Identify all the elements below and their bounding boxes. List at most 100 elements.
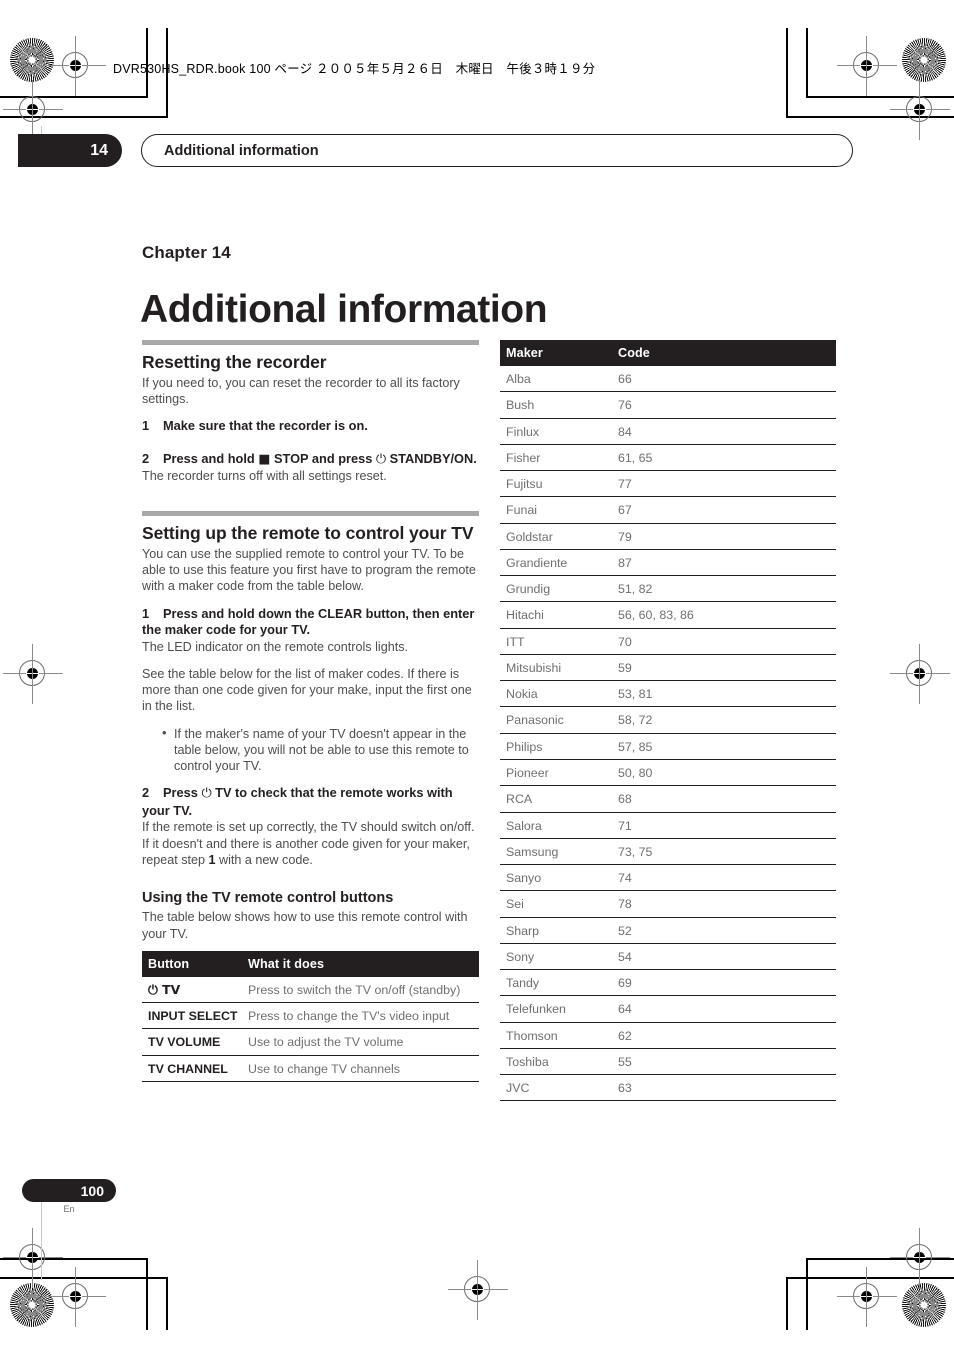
- cell-description: Press to change the TV's video input: [242, 1002, 479, 1030]
- cell-maker: Toshiba: [500, 1048, 612, 1076]
- step-text-before: Press and hold: [163, 450, 255, 466]
- table-row: Fisher 61, 65: [500, 444, 836, 472]
- cell-maker: Nokia: [500, 680, 612, 708]
- cell-code: 51, 82: [612, 575, 836, 603]
- table-row: Pioneer 50, 80: [500, 759, 836, 787]
- cell-code: 55: [612, 1048, 836, 1076]
- table-header-row: Maker Code: [500, 340, 836, 366]
- registration-mark-top-right-outer: [890, 80, 950, 140]
- cell-code: 53, 81: [612, 680, 836, 708]
- table-row: RCA 68: [500, 785, 836, 813]
- cell-maker: Philips: [500, 733, 612, 760]
- cell-maker: Fisher: [500, 444, 612, 472]
- stop-square-icon: ■: [258, 451, 271, 467]
- power-standby-icon: ⏻: [201, 786, 212, 802]
- registration-mark-top-left-inner: [46, 36, 106, 96]
- cell-code: 78: [612, 890, 836, 918]
- cell-maker: Panasonic: [500, 706, 612, 734]
- cell-maker: Telefunken: [500, 995, 612, 1023]
- cell-code: 84: [612, 418, 836, 445]
- note-step-ref: 1: [208, 852, 216, 867]
- cell-maker: Bush: [500, 391, 612, 419]
- cell-description: Use to adjust the TV volume: [242, 1028, 479, 1056]
- table-row: Grandiente 87: [500, 549, 836, 577]
- table-row: Telefunken 64: [500, 995, 836, 1023]
- step-number: 2: [142, 785, 150, 801]
- table-row: Sanyo 74: [500, 864, 836, 892]
- table-row: TV CHANNEL Use to change TV channels: [142, 1055, 479, 1082]
- table-row: INPUT SELECT Press to change the TV's vi…: [142, 1002, 479, 1030]
- list-item: If the maker's name of your TV doesn't a…: [162, 725, 479, 775]
- registration-mark-right-middle: [890, 644, 950, 704]
- step-text-after: STANDBY/ON.: [389, 450, 477, 466]
- section-intro-setting-up-remote: You can use the supplied remote to contr…: [142, 546, 476, 594]
- table-row: Funai 67: [500, 496, 836, 524]
- column-header-button: Button: [142, 950, 242, 977]
- column-header-what-it-does: What it does: [242, 950, 479, 977]
- cell-maker: Sony: [500, 943, 612, 971]
- cell-maker: Grandiente: [500, 549, 612, 577]
- cell-code: 71: [612, 812, 836, 839]
- cell-button: TV VOLUME: [142, 1028, 242, 1056]
- cell-maker: Tandy: [500, 969, 612, 997]
- table-row: Goldstar 79: [500, 523, 836, 550]
- page-language-label: En: [63, 1204, 75, 1214]
- page-title: Additional information: [140, 288, 548, 332]
- cell-maker: Grundig: [500, 575, 612, 603]
- step-text-mid: STOP and press: [273, 450, 373, 466]
- cell-code: 77: [612, 470, 836, 498]
- cell-code: 74: [612, 864, 836, 892]
- cell-code: 70: [612, 628, 836, 655]
- table-row: Fujitsu 77: [500, 470, 836, 498]
- cell-code: 52: [612, 917, 836, 944]
- cell-maker: Pioneer: [500, 759, 612, 787]
- cell-maker: Alba: [500, 366, 612, 393]
- table-row: Salora 71: [500, 812, 836, 839]
- section-intro-resetting: If you need to, you can reset the record…: [142, 375, 460, 406]
- cell-maker: Sanyo: [500, 864, 612, 892]
- step-2-note-resetting: The recorder turns off with all settings…: [142, 469, 387, 484]
- cell-code: 79: [612, 523, 836, 550]
- table-row: JVC 63: [500, 1074, 836, 1102]
- table-row: Sharp 52: [500, 917, 836, 944]
- table-row: Finlux 84: [500, 418, 836, 445]
- step-1-note-remote: The LED indicator on the remote controls…: [142, 639, 408, 654]
- section-rule: [142, 511, 479, 517]
- cell-maker: RCA: [500, 785, 612, 813]
- table-header-row: Button What it does: [142, 950, 479, 977]
- table-row: Hitachi 56, 60, 83, 86: [500, 601, 836, 629]
- table-row: Nokia 53, 81: [500, 680, 836, 708]
- table-row: ⏻ TV Press to switch the TV on/off (stan…: [142, 976, 479, 1004]
- color-target-top-right: [902, 38, 946, 82]
- table-row: Philips 57, 85: [500, 733, 836, 760]
- step-text-before: Press: [163, 785, 198, 801]
- cell-code: 50, 80: [612, 759, 836, 787]
- paragraph-maker-codes: See the table below for the list of make…: [142, 666, 472, 714]
- table-row: Toshiba 55: [500, 1048, 836, 1076]
- registration-mark-top-right-inner: [837, 36, 897, 96]
- cell-description: Use to change TV channels: [242, 1055, 479, 1082]
- table-row: Tandy 69: [500, 969, 836, 997]
- running-header-title: Additional information: [141, 134, 853, 167]
- cell-code: 66: [612, 366, 836, 393]
- section-using-tv-remote-buttons: Using the TV remote control buttons The …: [142, 890, 479, 1082]
- color-target-top-left: [10, 38, 54, 82]
- step-text: Make sure that the recorder is on.: [163, 418, 368, 434]
- section-heading-using-tv-remote: Using the TV remote control buttons: [142, 890, 394, 907]
- note-part-2: with a new code.: [215, 852, 313, 867]
- cell-code: 87: [612, 549, 836, 577]
- table-row: Samsung 73, 75: [500, 838, 836, 866]
- registration-mark-left-middle: [3, 644, 63, 704]
- step-1-remote: 1 Press and hold down the CLEAR button, t…: [142, 606, 479, 639]
- cell-maker: Mitsubishi: [500, 654, 612, 682]
- table-row: Panasonic 58, 72: [500, 706, 836, 734]
- color-target-bottom-right: [902, 1283, 946, 1327]
- step-1-resetting: 1 Make sure that the recorder is on.: [142, 418, 479, 435]
- maker-code-table: Maker Code Alba 66 Bush 76 Finlux 84 Fisher 61,…: [500, 340, 836, 1102]
- cell-code: 67: [612, 496, 836, 524]
- table-row: ITT 70: [500, 628, 836, 655]
- cell-maker: Salora: [500, 812, 612, 839]
- column-header-code: Code: [612, 340, 836, 366]
- tv-remote-buttons-table: Button What it does ⏻ TV Press to switch…: [142, 950, 479, 1082]
- cell-button: TV CHANNEL: [142, 1055, 242, 1082]
